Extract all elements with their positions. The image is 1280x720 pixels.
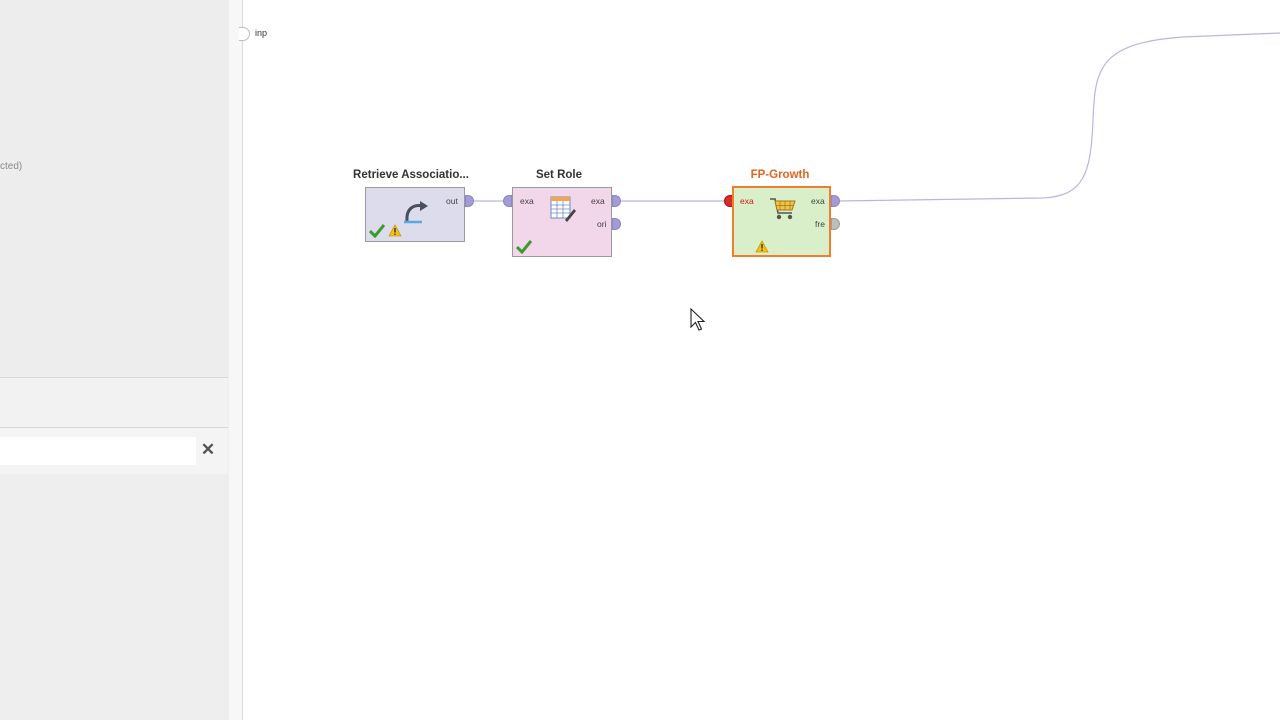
- port-label-fre: fre: [815, 219, 825, 229]
- truncated-label: cted): [0, 161, 23, 172]
- operator-setrole[interactable]: exa exa ori: [512, 187, 612, 257]
- panel-bottom: [0, 474, 228, 720]
- left-panel: cted) ✕: [0, 0, 230, 720]
- panel-top: cted): [0, 0, 228, 378]
- operator-setrole-title: Set Role: [535, 169, 582, 181]
- warning-triangle-icon: [755, 240, 769, 253]
- search-input[interactable]: [0, 437, 196, 465]
- operator-retrieve[interactable]: out: [365, 187, 465, 242]
- search-bar: ✕: [0, 427, 228, 475]
- operator-fpgrowth[interactable]: exa exa fre: [732, 186, 831, 257]
- process-canvas[interactable]: inp Retrieve Associatio... out Set Role …: [239, 0, 1280, 720]
- wire-fpgrowth-output: [838, 32, 1280, 202]
- port-label-exa-out: exa: [811, 196, 825, 206]
- panel-divider: [0, 378, 228, 427]
- process-input-label: inp: [255, 28, 268, 38]
- shopping-cart-icon: [770, 198, 796, 220]
- panel-splitter[interactable]: [229, 0, 243, 720]
- close-icon[interactable]: ✕: [198, 440, 218, 460]
- port-label-out: out: [446, 196, 458, 206]
- port-label-exa-out: exa: [591, 196, 605, 206]
- checkmark-icon: [516, 240, 532, 254]
- port-label-exa-in: exa: [520, 196, 534, 206]
- port-label-ori: ori: [597, 219, 607, 229]
- curved-arrow-icon: [404, 201, 428, 224]
- connection-wires: [469, 32, 1280, 202]
- operator-retrieve-title: Retrieve Associatio...: [353, 169, 469, 181]
- port-label-exa-in: exa: [740, 196, 754, 206]
- port-setrole-in[interactable]: [503, 195, 512, 207]
- operator-fpgrowth-title: FP-Growth: [750, 169, 810, 181]
- mouse-pointer-icon: [690, 308, 706, 331]
- checkmark-icon: [369, 224, 385, 238]
- table-edit-icon: [550, 196, 576, 222]
- warning-triangle-icon: [388, 224, 402, 237]
